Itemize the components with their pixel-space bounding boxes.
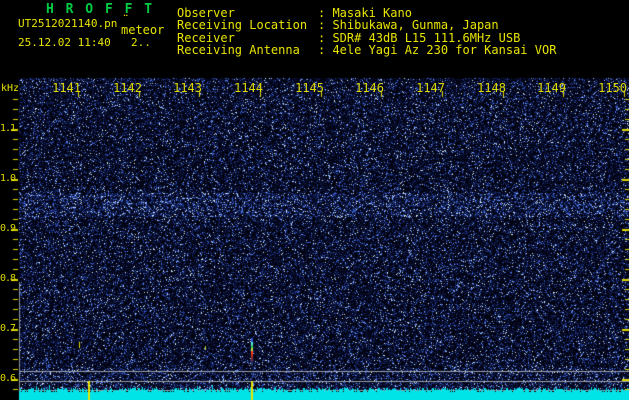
freq-tick-label: 1.0 (0, 173, 16, 184)
app-title: H R O F F T (46, 2, 155, 17)
info-row-receiving-location: Receiving Location: Shibukawa, Gunma, Ja… (177, 18, 629, 32)
time-tick-label: 1145 (295, 81, 324, 95)
time-tick-label: 1147 (416, 81, 445, 95)
info-value: : 4ele Yagi Az 230 for Kansai VOR (318, 43, 557, 58)
time-tick-label: 1150 (598, 81, 627, 95)
freq-tick-label: 0.9 (0, 223, 16, 234)
spectrogram-canvas (0, 0, 629, 400)
frequency-axis-unit-label: kHz (1, 83, 20, 94)
station-info-table: Observer: Masaki Kano Receiving Location:… (177, 0, 629, 60)
info-row-receiver: Receiver: SDR# 43dB L15 111.6MHz USB (177, 31, 629, 45)
time-tick-label: 1146 (355, 81, 384, 95)
info-row-receiving-antenna: Receiving Antenna : 4ele Yagi Az 230 for … (177, 43, 629, 58)
process-counter: 2.. (131, 36, 151, 49)
freq-tick-label: 1.1 (0, 123, 16, 134)
time-tick-label: 1143 (173, 81, 202, 95)
output-filename: UT2512021140.pn (18, 17, 118, 30)
freq-tick-label: 0.6 (0, 373, 16, 384)
observation-mode-label: meteor (121, 23, 165, 37)
time-tick-label: 1148 (477, 81, 506, 95)
info-label: Receiving Antenna (177, 43, 300, 58)
time-tick-label: 1142 (113, 81, 142, 95)
time-tick-label: 1149 (537, 81, 566, 95)
time-tick-label: 1141 (52, 81, 81, 95)
time-tick-label: 1144 (234, 81, 263, 95)
freq-tick-label: 0.8 (0, 273, 16, 284)
info-row-observer: Observer: Masaki Kano (177, 6, 629, 20)
freq-tick-label: 0.7 (0, 323, 16, 334)
hrofft-screen: H R O F F T UT2512021140.pn ¨ meteor 25.… (0, 0, 629, 400)
observation-datetime: 25.12.02 11:40 (18, 36, 111, 49)
